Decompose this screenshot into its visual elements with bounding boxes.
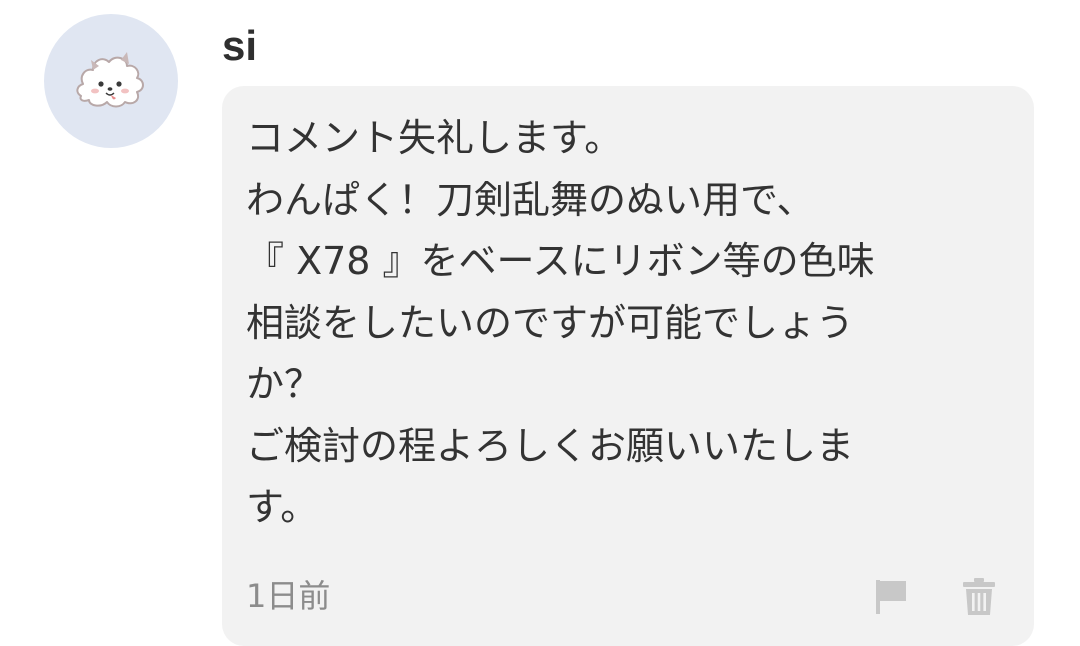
fluffy-dog-icon: [76, 52, 144, 108]
flag-icon: [876, 580, 906, 614]
comment-text: コメント失礼します。 わんぱく！刀剣乱舞のぬい用で、 『 X78 』をベースにリ…: [246, 116, 875, 529]
report-button[interactable]: [871, 576, 911, 618]
avatar[interactable]: [44, 14, 178, 148]
username[interactable]: si: [222, 20, 257, 72]
delete-button[interactable]: [959, 576, 999, 618]
trash-icon: [963, 578, 995, 615]
comment-timestamp: 1日前: [246, 577, 331, 615]
